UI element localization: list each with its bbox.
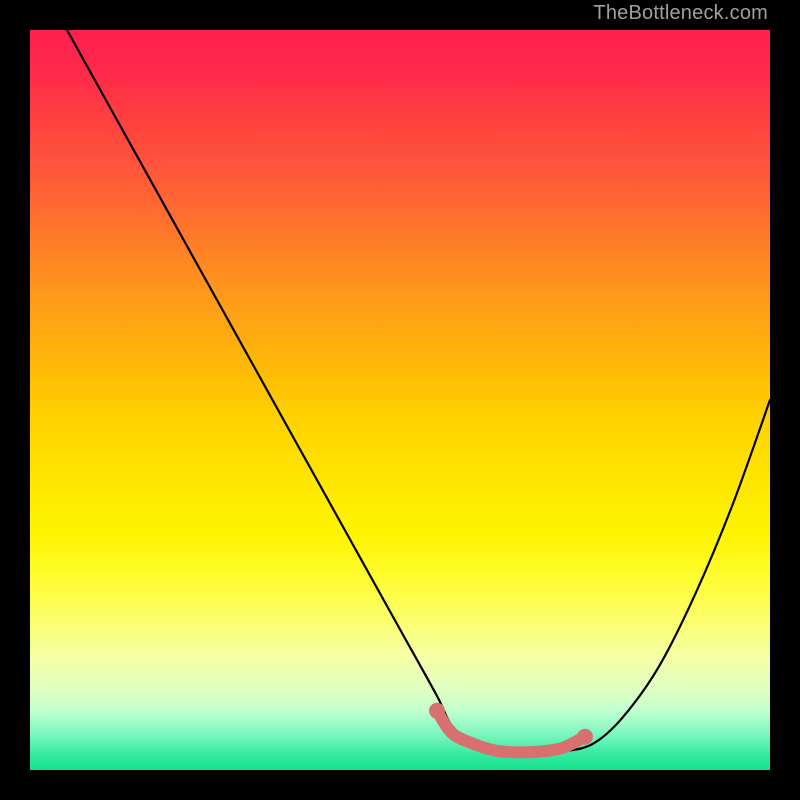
curve-svg xyxy=(30,30,770,770)
chart-frame: TheBottleneck.com xyxy=(0,0,800,800)
watermark-text: TheBottleneck.com xyxy=(593,2,768,25)
highlight-dot xyxy=(429,703,445,719)
plot-area xyxy=(30,30,770,770)
highlight-dot xyxy=(577,729,593,745)
bottleneck-curve xyxy=(67,30,770,754)
highlight-segment xyxy=(437,711,585,752)
